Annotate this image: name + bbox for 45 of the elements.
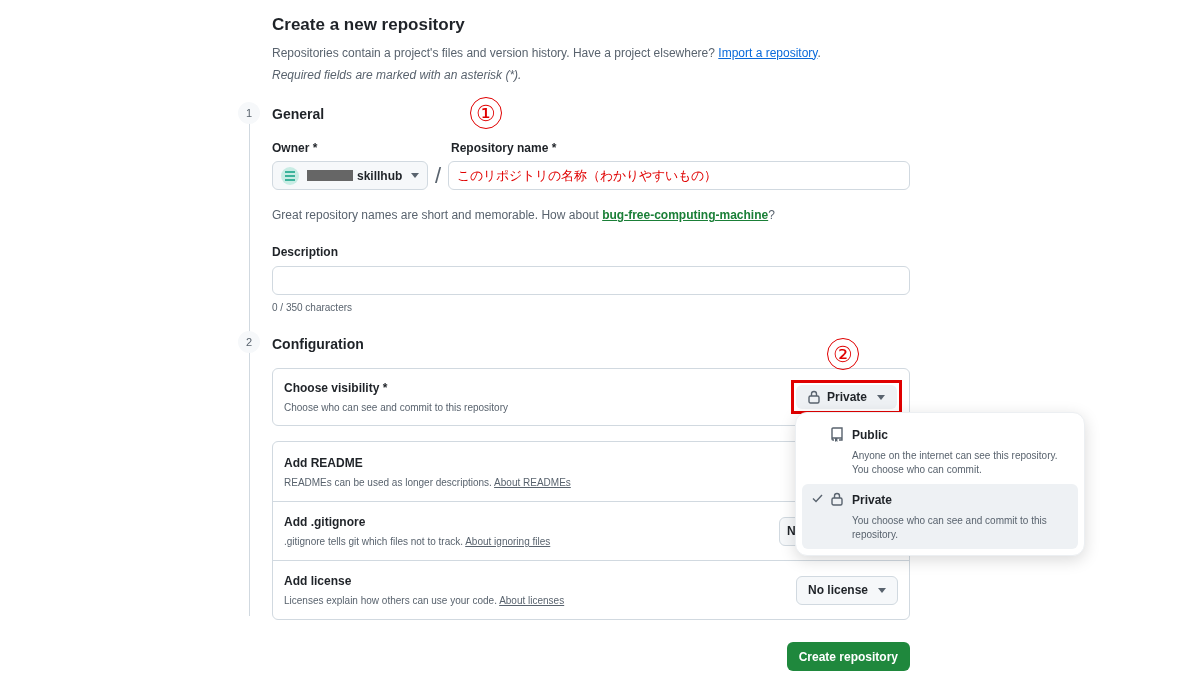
menu-item-description: You choose who can see and commit to this repository. [852, 514, 1048, 542]
menu-item-label: Private [852, 492, 894, 509]
lock-icon [807, 390, 820, 404]
setting-description: Licenses explain how others can use your code. About licenses [284, 594, 565, 608]
help-link[interactable]: About ignoring files [465, 536, 551, 547]
field-label: Description [272, 244, 339, 261]
suggestion-link[interactable]: bug-free-computing-machine [602, 208, 769, 222]
menu-item[interactable]: Public Anyone on the internet can see this repository. You choose who can commit. [802, 419, 1078, 484]
setting-description: Choose who can see and commit to this repository [284, 401, 508, 415]
section-heading: Configuration [272, 335, 364, 354]
create-repository-button[interactable]: Create repository [786, 642, 910, 671]
repo-icon [831, 427, 843, 442]
help-link[interactable]: About READMEs [494, 476, 571, 488]
repository-name-field[interactable]: このリポジトリの名称（わかりやすいもの） [448, 161, 910, 190]
setting-description: READMEs can be used as longer descriptions. About READMEs [284, 475, 571, 490]
caret-icon [411, 173, 419, 178]
menu-item-description: Anyone on the internet can see this repository. You choose who can commit. [852, 449, 1059, 477]
avatar-icon [281, 166, 299, 185]
lock-icon [831, 492, 843, 506]
setting-title: Choose visibility * [284, 380, 389, 397]
visibility-dropdown[interactable]: Private [795, 385, 897, 409]
name-hint: Great repository names are short and memorable. How about bug-free-computing-machine? [272, 207, 776, 224]
help-link[interactable]: About licenses [499, 595, 565, 606]
field-label: Repository name * [451, 140, 557, 157]
step-number: 2 [238, 331, 260, 353]
template-dropdown[interactable]: No license [795, 575, 898, 605]
caret-icon [878, 587, 886, 593]
required-note: Required fields are marked with an asterisk (*). [272, 66, 523, 84]
setting-description: .gitignore tells git which files not to track. About ignoring files [284, 535, 551, 549]
owner-select[interactable]: skillhub [272, 161, 428, 190]
menu-item[interactable]: Private You choose who can see and commit to this repository. [802, 484, 1078, 549]
slash-separator: / [435, 164, 442, 187]
character-count: 0 / 350 characters [272, 301, 354, 315]
section-heading: General [272, 105, 325, 124]
step-number: 1 [238, 102, 260, 124]
setting-title: Add .gitignore [284, 514, 367, 531]
setting-title: Add README [284, 454, 364, 472]
intro-text: Repositories contain a project's files and version history. Have a project elsewhere? Import a repository. [272, 44, 822, 62]
description-field[interactable] [272, 266, 910, 295]
page-title: Create a new repository [272, 14, 466, 36]
setting-title: Add license [284, 573, 353, 590]
field-label: Owner * [272, 140, 319, 157]
caret-icon [877, 394, 885, 400]
menu-item-label: Public [852, 427, 889, 444]
check-icon [811, 494, 823, 503]
